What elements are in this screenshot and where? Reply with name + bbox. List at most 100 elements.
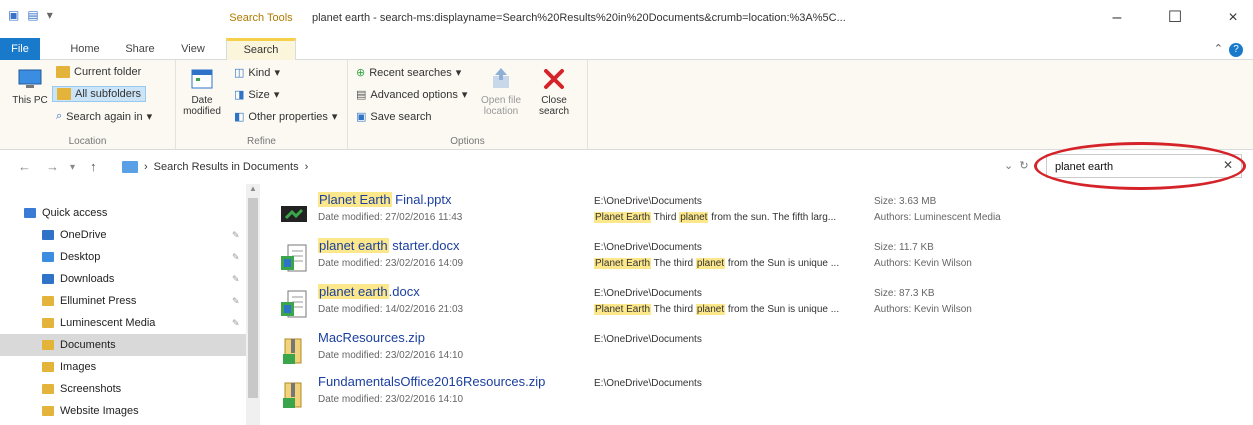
zip-folder-icon [280, 380, 308, 410]
date-modified-label: Date modified [183, 95, 221, 117]
nav-item-website-images[interactable]: Website Images [0, 400, 246, 422]
back-arrow-icon[interactable]: ← [18, 159, 31, 174]
folder-icon [42, 318, 54, 328]
nav-item-quick-access[interactable]: Quick access [0, 202, 246, 224]
new-folder-icon[interactable]: ▤ [27, 8, 38, 22]
kind-icon: ◫ [234, 67, 245, 79]
tab-share[interactable]: Share [118, 38, 162, 60]
all-subfolders-button[interactable]: All subfolders [52, 86, 147, 102]
nav-item-luminescent-media[interactable]: Luminescent Media ✎ [0, 312, 246, 334]
nav-scrollbar[interactable]: ▲ [246, 184, 260, 425]
properties-icon[interactable]: ▣ [8, 8, 19, 22]
tab-view[interactable]: View [172, 38, 214, 60]
file-authors: Authors: Kevin Wilson [874, 304, 972, 315]
file-name[interactable]: planet earth.docx [318, 284, 420, 299]
file-size: Size: 11.7 KB [874, 242, 934, 253]
pin-icon[interactable]: ✎ [232, 318, 240, 329]
file-authors: Authors: Luminescent Media [874, 212, 1001, 223]
help-icon[interactable]: ? [1229, 43, 1243, 57]
other-properties-button[interactable]: ◧ Other properties ▾ [234, 110, 337, 124]
save-search-button[interactable]: ▣ Save search [356, 110, 432, 124]
this-pc-button[interactable]: This PC [8, 66, 52, 106]
save-icon: ▣ [356, 111, 367, 123]
pin-icon[interactable]: ✎ [232, 230, 240, 241]
address-dropdown-icon[interactable]: ⌄ [1004, 160, 1013, 172]
collapse-ribbon-icon[interactable]: ⌃ [1214, 43, 1223, 55]
close-button[interactable]: × [1218, 6, 1248, 30]
recent-searches-button[interactable]: ⊕ Recent searches ▾ [356, 66, 461, 80]
search-folder-icon [122, 161, 138, 173]
nav-item-desktop[interactable]: Desktop ✎ [0, 246, 246, 268]
nav-item-label: Downloads [60, 273, 115, 285]
file-name-rest: MacResources.zip [318, 330, 425, 345]
match-highlight: planet [679, 212, 709, 223]
scroll-up-icon[interactable]: ▲ [246, 184, 260, 196]
match-highlight: planet earth [318, 238, 389, 253]
nav-item-images[interactable]: Images [0, 356, 246, 378]
nav-item-downloads[interactable]: Downloads ✎ [0, 268, 246, 290]
nav-item-screenshots[interactable]: Screenshots [0, 378, 246, 400]
match-highlight: Planet Earth [594, 258, 652, 269]
result-row[interactable]: MacResources.zip Date modified: 23/02/201… [280, 330, 1240, 376]
tab-home[interactable]: Home [62, 38, 108, 60]
pin-icon[interactable]: ✎ [232, 296, 240, 307]
file-name[interactable]: planet earth starter.docx [318, 238, 459, 253]
file-explorer-window: ▣ ▤ ▾ Search Tools planet earth - search… [0, 0, 1253, 425]
advanced-options-button[interactable]: ▤ Advanced options ▾ [356, 88, 467, 102]
close-search-button[interactable]: Close search [532, 66, 576, 117]
content-snippet: Planet Earth The third planet from the S… [594, 304, 839, 315]
minimize-button[interactable]: – [1102, 6, 1132, 30]
close-search-label: Close search [538, 95, 569, 117]
breadcrumb-current[interactable]: Search Results in Documents [154, 161, 299, 173]
nav-item-onedrive[interactable]: OneDrive ✎ [0, 224, 246, 246]
advanced-options-label: Advanced options [370, 88, 458, 101]
breadcrumb[interactable]: › Search Results in Documents › [122, 158, 308, 176]
breadcrumb-chevron-icon[interactable]: › [305, 161, 309, 173]
nav-item-elluminet-press[interactable]: Elluminet Press ✎ [0, 290, 246, 312]
subfolders-icon [57, 88, 71, 100]
customize-toolbar-icon[interactable]: ▾ [47, 8, 53, 22]
nav-item-documents[interactable]: Documents [0, 334, 246, 356]
location-group-label: Location [68, 136, 107, 147]
folder-icon [42, 384, 54, 394]
search-again-label: Search again in [66, 110, 143, 123]
recent-locations-chevron-icon[interactable]: ▾ [70, 162, 75, 173]
options-group: ⊕ Recent searches ▾ ▤ Advanced options ▾ ▣… [348, 60, 588, 150]
open-file-location-button[interactable]: Open file location [476, 66, 526, 117]
size-button[interactable]: ◨ Size ▾ [234, 88, 280, 102]
pin-icon[interactable]: ✎ [232, 252, 240, 263]
file-name-rest: .docx [388, 284, 420, 299]
file-date: Date modified: 23/02/2016 14:10 [318, 350, 464, 361]
result-row[interactable]: planet earth.docx Date modified: 14/02/20… [280, 284, 1240, 330]
result-row[interactable]: FundamentalsOffice2016Resources.zip Date … [280, 374, 1240, 420]
scroll-thumb[interactable] [248, 198, 258, 398]
date-modified-button[interactable]: Date modified [182, 66, 222, 117]
folder-icon [42, 230, 54, 240]
kind-button[interactable]: ◫ Kind ▾ [234, 66, 280, 80]
breadcrumb-separator-icon: › [144, 161, 148, 173]
nav-item-label: Quick access [42, 207, 108, 219]
up-arrow-icon[interactable]: ↑ [90, 159, 97, 174]
nav-item-label: Images [60, 361, 97, 373]
search-again-button[interactable]: ⌕ Search again in ▾ [56, 110, 152, 123]
result-row[interactable]: Planet Earth Final.pptx Date modified: 27… [280, 192, 1240, 238]
forward-arrow-icon[interactable]: → [46, 159, 59, 174]
ribbon-tabs: File Home Share View Search ⌃? [0, 38, 1253, 61]
file-name[interactable]: MacResources.zip [318, 330, 425, 345]
refresh-icon[interactable]: ↻ [1019, 160, 1028, 172]
result-row[interactable]: planet earth starter.docx Date modified: … [280, 238, 1240, 284]
kind-label: Kind [248, 66, 271, 79]
zip-folder-icon [280, 336, 308, 366]
file-name[interactable]: FundamentalsOffice2016Resources.zip [318, 374, 545, 389]
tab-search[interactable]: Search [226, 38, 296, 61]
folder-icon [42, 252, 54, 262]
maximize-button[interactable]: ☐ [1160, 6, 1190, 30]
folder-icon [42, 296, 54, 306]
tab-file[interactable]: File [0, 38, 40, 60]
current-folder-button[interactable]: Current folder [56, 66, 141, 78]
chevron-down-icon: ▾ [273, 89, 280, 101]
file-name[interactable]: Planet Earth Final.pptx [318, 192, 452, 207]
window-title: planet earth - search-ms:displayname=Sea… [312, 12, 846, 24]
open-file-location-label: Open file location [480, 95, 522, 117]
pin-icon[interactable]: ✎ [232, 274, 240, 285]
